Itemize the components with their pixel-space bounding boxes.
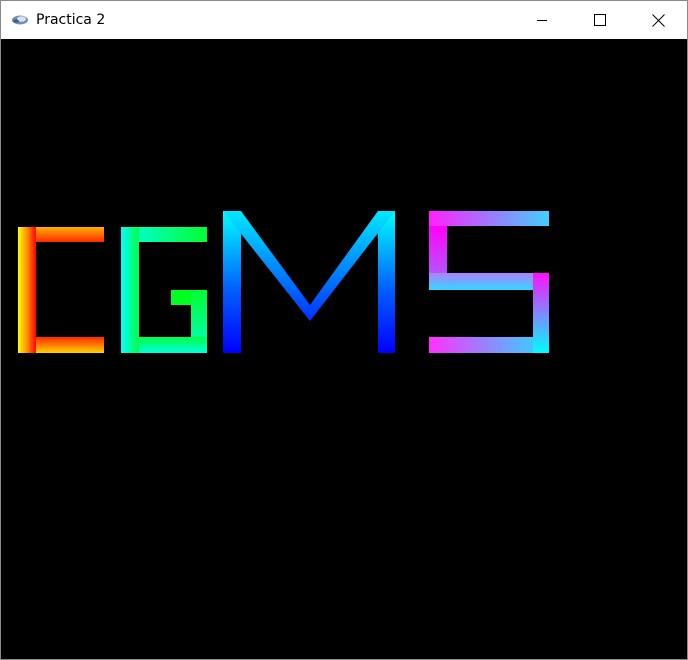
application-window: Practica 2 xyxy=(0,0,688,660)
cgms-render xyxy=(18,211,549,353)
close-button[interactable] xyxy=(629,1,687,39)
minimize-icon xyxy=(536,14,548,26)
close-icon xyxy=(651,13,665,27)
maximize-button[interactable] xyxy=(571,1,629,39)
minimize-button[interactable] xyxy=(513,1,571,39)
window-controls xyxy=(513,1,687,39)
maximize-icon xyxy=(594,14,606,26)
letter-c xyxy=(18,227,104,353)
letter-g xyxy=(121,227,207,353)
window-title: Practica 2 xyxy=(36,12,106,28)
letter-m xyxy=(223,211,395,353)
opengl-render-canvas[interactable] xyxy=(1,39,687,659)
opengl-app-icon xyxy=(11,11,29,29)
letter-s xyxy=(429,211,549,353)
title-bar[interactable]: Practica 2 xyxy=(1,1,687,39)
